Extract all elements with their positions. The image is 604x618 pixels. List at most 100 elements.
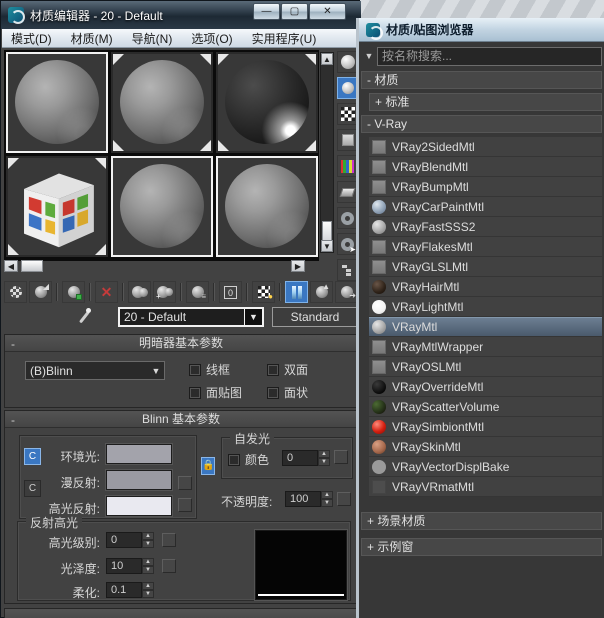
spinner-down-icon[interactable]: ▼ <box>142 540 154 548</box>
diffuse-map-button[interactable] <box>178 476 192 490</box>
ambient-diffuse-link-lock-icon[interactable]: 🔒 <box>201 457 215 475</box>
ambient-diffuse-lock-icon[interactable]: C <box>24 448 41 465</box>
collapse-icon[interactable]: - <box>11 336 15 352</box>
spinner-down-icon[interactable]: ▼ <box>142 566 154 574</box>
material-item-row[interactable]: VRayFlakesMtl <box>369 237 602 257</box>
sample-slot-3[interactable] <box>216 52 318 153</box>
assign-material-to-selection-icon[interactable] <box>62 281 85 303</box>
spinner-value[interactable]: 0 <box>106 532 142 548</box>
diffuse-specular-lock-icon[interactable]: C <box>24 480 41 497</box>
opacity-map-button[interactable] <box>337 492 351 506</box>
get-material-icon[interactable] <box>4 281 27 303</box>
self-illum-spinner[interactable]: 0 ▲ ▼ <box>282 450 330 466</box>
select-by-material-icon[interactable]: ➤ <box>337 233 358 255</box>
menu-mode[interactable]: 模式(D) <box>11 30 52 47</box>
group-vray[interactable]: - V-Ray <box>361 115 602 133</box>
specular-level-spinner[interactable]: 0 ▲ ▼ <box>106 532 154 548</box>
spinner-value[interactable]: 100 <box>285 491 321 507</box>
sample-slot-2[interactable] <box>111 52 213 153</box>
material-item-row[interactable]: VRayBlendMtl <box>369 157 602 177</box>
spinner-up-icon[interactable]: ▲ <box>142 582 154 590</box>
material-map-navigator-icon[interactable] <box>337 259 358 281</box>
glossiness-map-button[interactable] <box>162 559 176 573</box>
soften-spinner[interactable]: 0.1 ▲ ▼ <box>106 582 154 598</box>
material-item-row[interactable]: VRayCarPaintMtl <box>369 197 602 217</box>
scroll-right-icon[interactable]: ▶ <box>291 260 305 272</box>
material-item-row[interactable]: VRay2SidedMtl <box>369 137 602 157</box>
group-materials[interactable]: - 材质 <box>361 71 602 89</box>
menu-options[interactable]: 选项(O) <box>191 30 232 47</box>
maximize-button[interactable]: ▢ <box>281 3 308 20</box>
material-item-row[interactable]: VRaySkinMtl <box>369 437 602 457</box>
specular-color-swatch[interactable] <box>106 496 172 516</box>
minimize-button[interactable]: — <box>253 3 280 20</box>
sample-slot-1[interactable] <box>6 52 108 153</box>
search-options-arrow-icon[interactable]: ▼ <box>361 51 377 61</box>
spinner-value[interactable]: 10 <box>106 558 142 574</box>
material-item-row[interactable]: VRayMtlWrapper <box>369 337 602 357</box>
group-sample-windows[interactable]: + 示例窗 <box>361 538 602 556</box>
spinner-value[interactable]: 0.1 <box>106 582 142 598</box>
wireframe-checkbox[interactable]: 线框 <box>189 361 230 378</box>
material-item-row[interactable]: VRayHairMtl <box>369 277 602 297</box>
spinner-down-icon[interactable]: ▼ <box>318 458 330 466</box>
close-button[interactable]: ✕ <box>309 3 346 20</box>
reset-map-mtl-icon[interactable]: ✕ <box>95 281 118 303</box>
scroll-down-icon[interactable]: ▼ <box>321 240 333 252</box>
combo-dropdown-arrow-icon[interactable]: ▼ <box>148 366 164 376</box>
rollout-header[interactable] <box>5 609 357 618</box>
put-material-to-scene-icon[interactable]: ◢ <box>29 281 52 303</box>
make-preview-icon[interactable] <box>337 181 358 203</box>
checkbox-box[interactable] <box>189 363 201 376</box>
sample-vertical-scrollbar[interactable]: ▲ ▼ <box>320 52 334 253</box>
group-standard[interactable]: + 标准 <box>369 93 602 111</box>
sample-slot-4[interactable] <box>6 156 108 257</box>
scroll-left-icon[interactable]: ◀ <box>4 260 18 272</box>
material-item-row[interactable]: VRayOverrideMtl <box>369 377 602 397</box>
material-item-row[interactable]: VRayScatterVolume <box>369 397 602 417</box>
sample-uv-tiling-icon[interactable] <box>337 129 358 151</box>
menu-material[interactable]: 材质(M) <box>71 30 113 47</box>
self-illum-color-checkbox[interactable]: 颜色 <box>228 451 269 468</box>
rollout-header[interactable]: - 明暗器基本参数 <box>5 335 357 352</box>
go-to-parent-icon[interactable]: ▲ <box>310 281 333 303</box>
expander-icon[interactable]: - <box>367 73 371 87</box>
material-item-row[interactable]: VRayLightMtl <box>369 297 602 317</box>
put-to-library-icon[interactable]: ≡ <box>186 281 209 303</box>
show-end-result-icon[interactable] <box>285 281 308 303</box>
group-scene-materials[interactable]: + 场景材质 <box>361 512 602 530</box>
two-sided-checkbox[interactable]: 双面 <box>267 361 308 378</box>
material-item-row[interactable]: VRayFastSSS2 <box>369 217 602 237</box>
material-item-row[interactable]: VRaySimbiontMtl <box>369 417 602 437</box>
spinner-down-icon[interactable]: ▼ <box>142 590 154 598</box>
material-item-row[interactable]: VRayGLSLMtl <box>369 257 602 277</box>
sample-slot-5[interactable] <box>111 156 213 257</box>
go-forward-to-sibling-icon[interactable]: ➜ <box>335 281 358 303</box>
spinner-up-icon[interactable]: ▲ <box>142 558 154 566</box>
expander-icon[interactable]: + <box>367 540 374 554</box>
pick-material-eyedropper-icon[interactable] <box>76 308 92 326</box>
material-item-row[interactable]: VRayOSLMtl <box>369 357 602 377</box>
diffuse-color-swatch[interactable] <box>106 470 172 490</box>
checkbox-box[interactable] <box>189 386 201 399</box>
sample-slot-6[interactable] <box>216 156 318 257</box>
browser-titlebar[interactable]: 材质/贴图浏览器 <box>359 18 604 42</box>
spinner-value[interactable]: 0 <box>282 450 318 466</box>
options-icon[interactable] <box>337 207 358 229</box>
scroll-up-icon[interactable]: ▲ <box>321 53 333 65</box>
face-map-checkbox[interactable]: 面贴图 <box>189 384 242 401</box>
search-input[interactable] <box>377 46 602 66</box>
material-item-row[interactable]: VRayVectorDisplBake <box>369 457 602 477</box>
opacity-spinner[interactable]: 100 ▲ ▼ <box>285 491 333 507</box>
self-illum-map-button[interactable] <box>334 450 348 464</box>
show-shaded-material-in-viewport-icon[interactable]: ● <box>252 281 275 303</box>
glossiness-spinner[interactable]: 10 ▲ ▼ <box>106 558 154 574</box>
material-name-combo[interactable]: 20 - Default ▼ <box>118 307 264 327</box>
combo-dropdown-arrow-icon[interactable]: ▼ <box>244 309 262 325</box>
make-unique-icon[interactable]: + <box>153 281 176 303</box>
spinner-up-icon[interactable]: ▲ <box>321 491 333 499</box>
ambient-color-swatch[interactable] <box>106 444 172 464</box>
rollout-header[interactable]: - Blinn 基本参数 <box>5 411 357 428</box>
backlight-icon[interactable] <box>337 77 358 99</box>
specular-level-map-button[interactable] <box>162 533 176 547</box>
